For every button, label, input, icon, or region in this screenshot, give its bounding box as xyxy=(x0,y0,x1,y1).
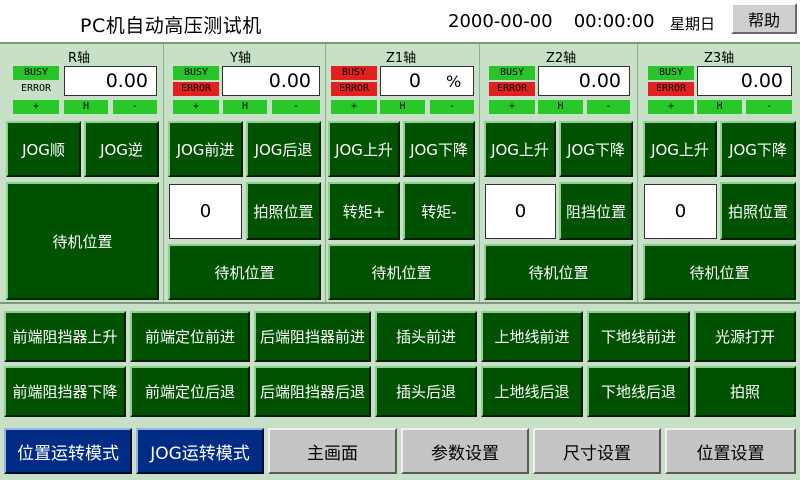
axis-z1: Z1轴 BUSY ERROR 0 % + H - JOG上升 JOG下降 转矩+… xyxy=(326,44,480,302)
datetime-display: 2000-00-00 00:00:00 xyxy=(448,11,668,32)
axis-z2: Z2轴 BUSY ERROR 0.00 + H - JOG上升 JOG下降 0 … xyxy=(480,44,638,302)
rear-stopper-back-button[interactable]: 后端阻挡器后退 xyxy=(254,366,371,417)
axis-z3-minus-button[interactable]: - xyxy=(746,100,792,114)
position-settings-button[interactable]: 位置设置 xyxy=(665,428,796,474)
axis-y-jog-backward-button[interactable]: JOG后退 xyxy=(246,121,321,177)
axis-r-minus-button[interactable]: - xyxy=(113,100,157,114)
action-panel: 前端阻挡器上升 前端定位前进 后端阻挡器前进 插头前进 上地线前进 下地线前进 … xyxy=(0,302,800,420)
axis-z2-name: Z2轴 xyxy=(546,51,577,66)
axis-z3: Z3轴 BUSY ERROR 0.00 + H - JOG上升 JOG下降 0 … xyxy=(638,44,800,302)
axis-r-home-button[interactable]: H xyxy=(64,100,108,114)
axis-y-photo-position-button[interactable]: 拍照位置 xyxy=(246,182,321,240)
weekday-text: 星期日 xyxy=(670,15,716,33)
axis-y-position-input[interactable]: 0 xyxy=(169,184,242,239)
axis-y-minus-button[interactable]: - xyxy=(272,100,320,114)
main-screen-button[interactable]: 主画面 xyxy=(268,428,397,474)
parameter-settings-button[interactable]: 参数设置 xyxy=(401,428,529,474)
time-text: 00:00:00 xyxy=(573,11,655,32)
lower-ground-forward-button[interactable]: 下地线前进 xyxy=(587,311,690,362)
upper-ground-forward-button[interactable]: 上地线前进 xyxy=(481,311,583,362)
front-stopper-down-button[interactable]: 前端阻挡器下降 xyxy=(4,366,126,417)
lower-ground-back-button[interactable]: 下地线后退 xyxy=(587,366,690,417)
size-settings-button[interactable]: 尺寸设置 xyxy=(533,428,661,474)
axis-z1-jog-up-button[interactable]: JOG上升 xyxy=(328,121,400,177)
axis-z2-error-indicator: ERROR xyxy=(489,82,535,96)
axis-z1-jog-down-button[interactable]: JOG下降 xyxy=(403,121,475,177)
date-text: 2000-00-00 xyxy=(448,11,553,32)
rear-stopper-forward-button[interactable]: 后端阻挡器前进 xyxy=(254,311,371,362)
jog-mode-button[interactable]: JOG运转模式 xyxy=(136,428,264,474)
axis-z2-jog-down-button[interactable]: JOG下降 xyxy=(559,121,633,177)
front-locate-forward-button[interactable]: 前端定位前进 xyxy=(130,311,250,362)
axis-z3-jog-up-button[interactable]: JOG上升 xyxy=(643,121,717,177)
axis-panel: R轴 BUSY ERROR 0.00 + H - JOG顺 JOG逆 待机位置 … xyxy=(0,44,800,302)
axis-z2-busy-indicator: BUSY xyxy=(489,66,535,80)
axis-y-home-button[interactable]: H xyxy=(223,100,267,114)
help-button[interactable]: 帮助 xyxy=(731,3,797,34)
axis-z1-busy-indicator: BUSY xyxy=(331,66,377,80)
axis-r-error-indicator: ERROR xyxy=(20,83,52,94)
bottom-nav: 位置运转模式 JOG运转模式 主画面 参数设置 尺寸设置 位置设置 xyxy=(0,420,800,480)
axis-y-jog-forward-button[interactable]: JOG前进 xyxy=(168,121,243,177)
axis-r-position-value: 0.00 xyxy=(64,66,157,96)
axis-z2-minus-button[interactable]: - xyxy=(587,100,630,114)
axis-z3-position-input[interactable]: 0 xyxy=(644,184,717,239)
axis-z3-photo-position-button[interactable]: 拍照位置 xyxy=(720,182,796,240)
front-locate-back-button[interactable]: 前端定位后退 xyxy=(130,366,250,417)
axis-z1-name: Z1轴 xyxy=(386,51,417,66)
axis-z2-plus-button[interactable]: + xyxy=(489,100,535,114)
axis-z2-standby-button[interactable]: 待机位置 xyxy=(484,244,633,300)
upper-ground-back-button[interactable]: 上地线后退 xyxy=(481,366,583,417)
axis-z1-percent-unit: % xyxy=(446,72,462,91)
axis-z2-position-input[interactable]: 0 xyxy=(485,184,556,239)
title-bar: PC机自动高压测试机 2000-00-00 00:00:00 星期日 帮助 xyxy=(0,0,800,44)
axis-y: Y轴 BUSY ERROR 0.00 + H - JOG前进 JOG后退 0 拍… xyxy=(164,44,326,302)
axis-y-standby-button[interactable]: 待机位置 xyxy=(168,244,321,300)
axis-z1-torque-minus-button[interactable]: 转矩- xyxy=(403,182,475,240)
axis-z1-standby-button[interactable]: 待机位置 xyxy=(328,244,475,300)
axis-z1-torque-plus-button[interactable]: 转矩+ xyxy=(328,182,400,240)
axis-z3-busy-indicator: BUSY xyxy=(648,66,694,80)
axis-r-name: R轴 xyxy=(68,51,91,66)
axis-y-plus-button[interactable]: + xyxy=(173,100,219,114)
plug-back-button[interactable]: 插头后退 xyxy=(375,366,477,417)
axis-r-jog-cw-button[interactable]: JOG顺 xyxy=(6,121,81,177)
axis-z2-position-value: 0.00 xyxy=(538,66,630,96)
axis-z3-name: Z3轴 xyxy=(704,51,735,66)
axis-z3-error-indicator: ERROR xyxy=(648,82,694,96)
axis-r: R轴 BUSY ERROR 0.00 + H - JOG顺 JOG逆 待机位置 xyxy=(0,44,164,302)
plug-forward-button[interactable]: 插头前进 xyxy=(375,311,477,362)
axis-z1-plus-button[interactable]: + xyxy=(331,100,377,114)
axis-y-name: Y轴 xyxy=(230,51,251,66)
axis-z3-home-button[interactable]: H xyxy=(697,100,742,114)
axis-r-jog-ccw-button[interactable]: JOG逆 xyxy=(84,121,159,177)
axis-z3-jog-down-button[interactable]: JOG下降 xyxy=(720,121,796,177)
axis-r-standby-button[interactable]: 待机位置 xyxy=(6,182,159,300)
position-mode-button[interactable]: 位置运转模式 xyxy=(4,428,132,474)
axis-y-error-indicator: ERROR xyxy=(173,82,219,96)
axis-r-busy-indicator: BUSY xyxy=(13,66,59,80)
axis-z3-standby-button[interactable]: 待机位置 xyxy=(643,244,796,300)
axis-z3-position-value: 0.00 xyxy=(697,66,792,96)
light-on-button[interactable]: 光源打开 xyxy=(694,311,796,362)
take-photo-button[interactable]: 拍照 xyxy=(694,366,796,417)
axis-z1-home-button[interactable]: H xyxy=(380,100,425,114)
axis-z1-error-indicator: ERROR xyxy=(331,82,377,96)
axis-z2-home-button[interactable]: H xyxy=(538,100,583,114)
axis-y-busy-indicator: BUSY xyxy=(173,66,219,80)
front-stopper-up-button[interactable]: 前端阻挡器上升 xyxy=(4,311,126,362)
axis-z3-plus-button[interactable]: + xyxy=(648,100,694,114)
axis-r-plus-button[interactable]: + xyxy=(13,100,59,114)
axis-y-position-value: 0.00 xyxy=(222,66,320,96)
axis-z1-minus-button[interactable]: - xyxy=(430,100,474,114)
axis-z2-block-position-button[interactable]: 阻挡位置 xyxy=(559,182,633,240)
axis-z2-jog-up-button[interactable]: JOG上升 xyxy=(484,121,556,177)
app-title: PC机自动高压测试机 xyxy=(80,15,262,37)
